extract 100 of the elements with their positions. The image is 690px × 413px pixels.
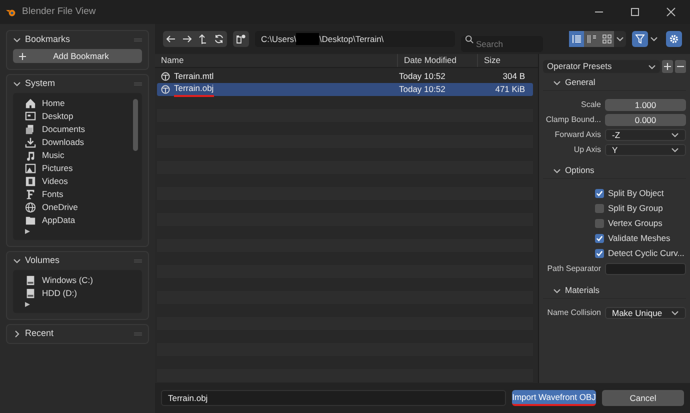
- chevron-icon: [553, 78, 561, 86]
- presets-dropdown[interactable]: Operator Presets: [543, 60, 660, 73]
- path-field[interactable]: C:\Users\ \Desktop\Terrain\: [255, 31, 455, 47]
- dropdown[interactable]: -Z: [605, 129, 686, 141]
- place-item[interactable]: OneDrive: [25, 201, 133, 214]
- remove-preset-button[interactable]: [675, 60, 686, 73]
- place-item[interactable]: Videos: [25, 175, 133, 188]
- search-icon: [465, 34, 474, 44]
- picture-icon: [25, 163, 36, 174]
- column-header[interactable]: Name: [155, 54, 398, 67]
- checkbox[interactable]: [595, 218, 604, 228]
- place-item[interactable]: Fonts: [25, 188, 133, 201]
- plus-icon: [19, 52, 26, 60]
- panel-header[interactable]: Recent: [7, 325, 148, 343]
- view-toggle[interactable]: [599, 31, 614, 47]
- checkbox-label: Detect Cyclic Curv...: [608, 246, 684, 260]
- size-cell-text: 304 B: [502, 70, 526, 83]
- chevron-icon: [553, 286, 561, 294]
- place-item[interactable]: Home: [25, 97, 133, 110]
- expand-arrow-icon: [25, 229, 30, 234]
- view-toggle[interactable]: [569, 31, 584, 47]
- setting-label: Up Axis: [572, 144, 601, 156]
- place-item[interactable]: AppData: [25, 214, 133, 227]
- panel-title: System: [25, 77, 56, 90]
- film-icon: [25, 176, 36, 187]
- caret-icon: [648, 62, 656, 70]
- filename-field[interactable]: Terrain.obj: [161, 390, 506, 406]
- place-item[interactable]: Downloads: [25, 136, 133, 149]
- forward-arrow-icon: [182, 35, 192, 43]
- column-header[interactable]: Date Modified: [398, 54, 478, 67]
- caret-icon: [650, 35, 658, 43]
- checkmark-icon: [596, 250, 603, 256]
- date-cell-text: Today 10:52: [398, 70, 446, 83]
- window-title: Blender File View: [22, 4, 97, 19]
- section-header[interactable]: Materials: [543, 283, 686, 299]
- place-item[interactable]: Pictures: [25, 162, 133, 175]
- refresh-icon: [214, 34, 224, 44]
- chevron-icon: [553, 166, 561, 174]
- filter-button[interactable]: [632, 31, 648, 47]
- view-toggle[interactable]: [584, 31, 599, 47]
- list-view-icon: [572, 34, 582, 44]
- globe-icon: [25, 202, 36, 213]
- settings-button[interactable]: [666, 31, 682, 47]
- dropdown[interactable]: Y: [605, 144, 686, 156]
- scrollbar[interactable]: [133, 99, 138, 151]
- music-note-icon: [25, 150, 36, 161]
- setting-label: Path Separator: [546, 263, 601, 275]
- new-folder-icon: [236, 34, 246, 44]
- documents-icon: [25, 124, 36, 135]
- place-item[interactable]: Windows (C:): [25, 274, 138, 287]
- maximize-icon[interactable]: [630, 7, 640, 17]
- number-field[interactable]: 1.000: [605, 99, 686, 111]
- place-item[interactable]: HDD (D:): [25, 287, 138, 300]
- checkbox[interactable]: [595, 204, 604, 212]
- font-icon: [25, 189, 36, 200]
- home-icon: [25, 98, 36, 109]
- filter-icon: [635, 34, 645, 44]
- search-field[interactable]: Search: [461, 36, 543, 52]
- checkbox-label: Vertex Groups: [608, 216, 662, 230]
- size-cell-text: 471 KiB: [494, 83, 526, 96]
- section-header[interactable]: Options: [543, 163, 686, 179]
- file-name: Terrain.mtl: [174, 70, 214, 83]
- checkbox-label: Split By Group: [608, 202, 663, 214]
- cancel-button[interactable]: Cancel: [602, 390, 684, 406]
- grid-view-icon: [602, 34, 612, 44]
- text-field[interactable]: [605, 263, 686, 275]
- checkbox-label: Validate Meshes: [608, 232, 670, 244]
- number-field[interactable]: 0.000: [605, 114, 686, 126]
- download-icon: [25, 137, 36, 148]
- panel-header[interactable]: Bookmarks: [7, 31, 148, 49]
- setting-label: Scale: [580, 99, 601, 111]
- back-arrow-icon: [166, 35, 176, 43]
- checkbox[interactable]: [595, 234, 604, 242]
- caret-icon: [671, 309, 679, 317]
- place-item[interactable]: Documents: [25, 123, 133, 136]
- section-header[interactable]: General: [543, 75, 686, 91]
- add-bookmark-button[interactable]: Add Bookmark: [13, 49, 142, 63]
- panel-header[interactable]: Volumes: [7, 252, 148, 270]
- close-icon[interactable]: [666, 7, 676, 17]
- file-row[interactable]: Terrain.mtl Today 10:52 304 B: [157, 70, 533, 83]
- add-preset-button[interactable]: [662, 60, 673, 73]
- checkbox[interactable]: [595, 188, 604, 198]
- parent-folder-icon: [199, 34, 207, 44]
- place-item[interactable]: Desktop: [25, 110, 133, 123]
- redaction-bar: [296, 33, 320, 45]
- new-folder-button[interactable]: [233, 31, 249, 47]
- monitor-icon: [25, 111, 36, 122]
- panel-header[interactable]: System: [7, 75, 148, 93]
- file-row[interactable]: Terrain.obj Today 10:52 471 KiB: [157, 83, 533, 96]
- setting-label: Forward Axis: [554, 129, 601, 141]
- checkbox[interactable]: [595, 248, 604, 258]
- dropdown[interactable]: Make Unique: [605, 307, 686, 319]
- drive-icon: [25, 288, 36, 299]
- import-button[interactable]: Import Wavefront OBJ: [512, 390, 596, 406]
- expand-arrow-icon: [25, 302, 30, 307]
- gear-icon: [669, 34, 679, 44]
- checkmark-icon: [596, 190, 603, 196]
- checkbox-label: Split By Object: [608, 186, 664, 200]
- place-item[interactable]: Music: [25, 149, 133, 162]
- column-header[interactable]: Size: [478, 54, 538, 67]
